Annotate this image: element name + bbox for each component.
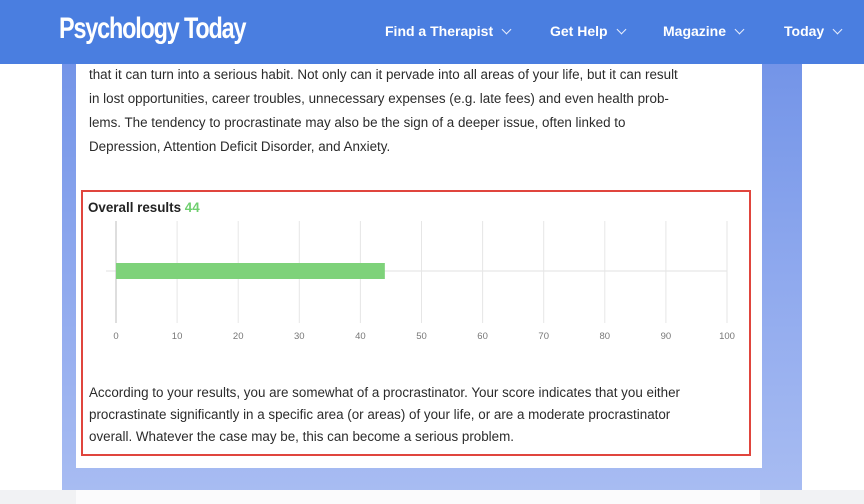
x-tick-label: 20 [233,331,244,342]
site-logo[interactable]: Psychology Today [59,12,246,46]
verdict-line: procrastinate significantly in a specifi… [89,407,671,422]
verdict-line: overall. Whatever the case may be, this … [89,429,514,444]
nav-label: Magazine [663,23,727,39]
x-tick-label: 0 [113,331,118,342]
nav-label: Get Help [550,23,608,39]
results-title: Overall results 44 [88,200,200,215]
nav-today[interactable]: Today [784,23,843,39]
chevron-down-icon [734,24,745,34]
chevron-down-icon [832,24,843,34]
chevron-down-icon [616,24,627,34]
x-tick-label: 60 [477,331,488,342]
article-intro: that it can turn into a serious habit. N… [89,64,752,160]
results-score: 44 [184,200,200,215]
x-tick-label: 40 [355,331,366,342]
nav-find-therapist[interactable]: Find a Therapist [385,23,512,39]
intro-line: in lost opportunities, career troubles, … [89,91,669,106]
intro-line: Depression, Attention Deficit Disorder, … [89,139,391,154]
nav-magazine[interactable]: Magazine [663,23,745,39]
chevron-down-icon [501,24,512,34]
x-tick-label: 70 [538,331,549,342]
x-tick-label: 90 [661,331,672,342]
results-chart: 0 10 20 30 40 50 60 70 80 90 100 [106,221,735,342]
nav-get-help[interactable]: Get Help [550,23,627,39]
intro-line: lems. The tendency to procrastinate may … [89,115,626,130]
x-tick-label: 50 [416,331,427,342]
nav-label: Today [784,23,825,39]
site-header: Psychology Today Find a Therapist Get He… [0,0,864,64]
result-bar [116,263,385,279]
results-verdict: According to your results, you are somew… [89,382,749,448]
results-label: Overall results [88,200,182,215]
verdict-line: According to your results, you are somew… [89,385,680,400]
next-content-card [76,490,760,504]
x-tick-label: 100 [719,331,735,342]
x-tick-label: 80 [600,331,611,342]
x-tick-label: 30 [294,331,305,342]
nav-label: Find a Therapist [385,23,494,39]
x-tick-label: 10 [172,331,183,342]
intro-line: that it can turn into a serious habit. N… [89,67,678,82]
